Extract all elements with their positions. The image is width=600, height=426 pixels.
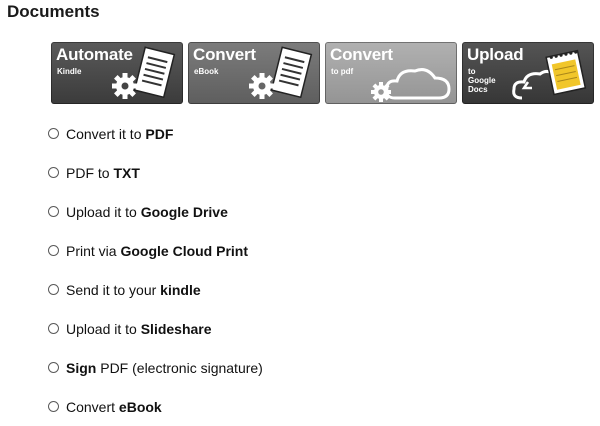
option-label: Convert it to PDF xyxy=(66,125,174,142)
radio-button[interactable] xyxy=(48,323,59,334)
tile-subtitle: to pdf xyxy=(331,67,354,76)
radio-button[interactable] xyxy=(48,206,59,217)
radio-button[interactable] xyxy=(48,128,59,139)
tile-convert-to-pdf[interactable]: Convert to pdf xyxy=(325,42,457,104)
option-label: Upload it to Google Drive xyxy=(66,203,228,220)
option-label: Sign PDF (electronic signature) xyxy=(66,359,263,376)
option-sign-pdf[interactable]: Sign PDF (electronic signature) xyxy=(48,348,263,387)
tile-automate-kindle[interactable]: Automate Kindle xyxy=(51,42,183,104)
tile-subtitle: to Google Docs xyxy=(468,67,496,94)
option-label: Send it to your kindle xyxy=(66,281,201,298)
gear-cloud-icon xyxy=(371,68,451,102)
section-title: Documents xyxy=(7,2,100,21)
option-upload-slideshare[interactable]: Upload it to Slideshare xyxy=(48,309,263,348)
option-label: Convert eBook xyxy=(66,398,162,415)
option-google-cloud-print[interactable]: Print via Google Cloud Print xyxy=(48,231,263,270)
tile-upload-google-docs[interactable]: Upload to Google Docs xyxy=(462,42,594,104)
radio-button[interactable] xyxy=(48,284,59,295)
tile-subtitle: Kindle xyxy=(57,67,82,76)
option-pdf-to-txt[interactable]: PDF to TXT xyxy=(48,153,263,192)
gear-document-icon xyxy=(249,46,313,99)
radio-button[interactable] xyxy=(48,401,59,412)
radio-button[interactable] xyxy=(48,362,59,373)
option-convert-to-pdf[interactable]: Convert it to PDF xyxy=(48,114,263,153)
option-upload-google-drive[interactable]: Upload it to Google Drive xyxy=(48,192,263,231)
tile-convert-ebook[interactable]: Convert eBook xyxy=(188,42,320,104)
radio-button[interactable] xyxy=(48,167,59,178)
option-convert-ebook[interactable]: Convert eBook xyxy=(48,387,263,426)
action-options: Convert it to PDF PDF to TXT Upload it t… xyxy=(48,114,263,426)
option-label: Upload it to Slideshare xyxy=(66,320,212,337)
option-label: PDF to TXT xyxy=(66,164,140,181)
option-send-to-kindle[interactable]: Send it to your kindle xyxy=(48,270,263,309)
notepad-cloud-icon xyxy=(512,49,587,100)
tile-subtitle: eBook xyxy=(194,67,219,76)
option-label: Print via Google Cloud Print xyxy=(66,242,249,259)
service-tiles: Automate Kindle Convert eBook Convert to… xyxy=(51,42,594,104)
gear-document-icon xyxy=(112,46,176,99)
radio-button[interactable] xyxy=(48,245,59,256)
